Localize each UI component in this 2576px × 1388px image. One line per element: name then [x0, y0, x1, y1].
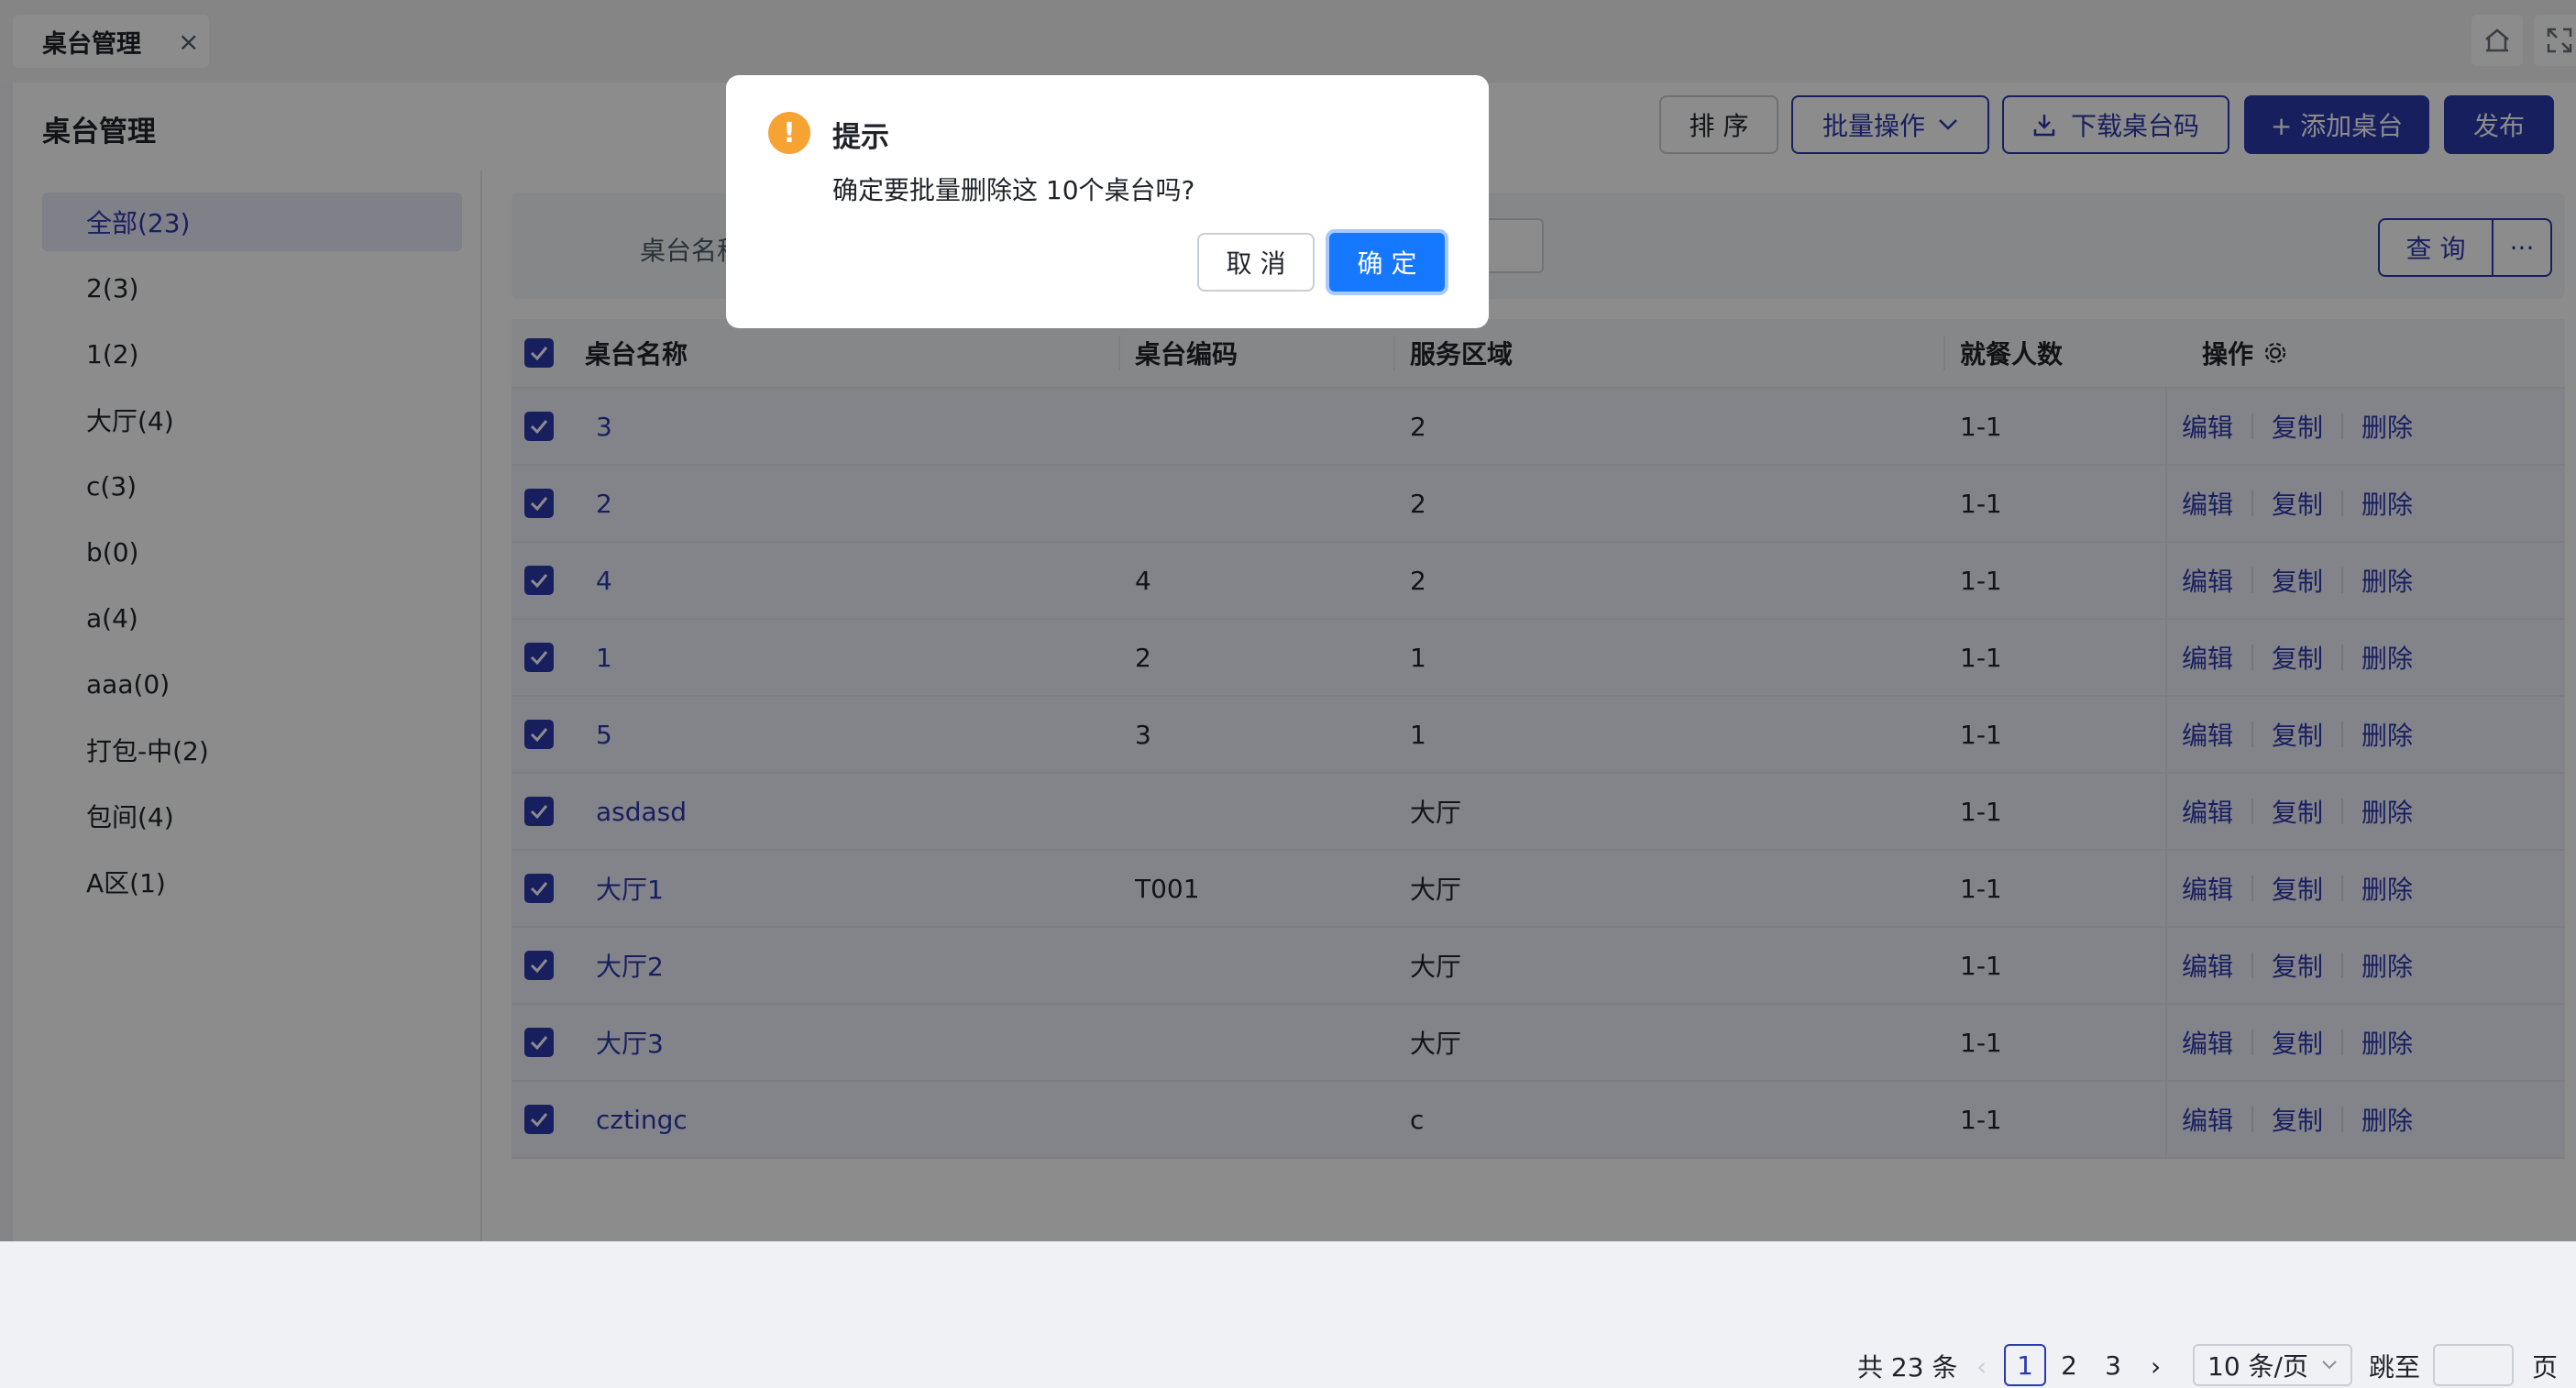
confirm-button[interactable]: 确 定 [1326, 229, 1448, 295]
page-button-2[interactable]: 2 [2048, 1344, 2090, 1386]
page-size-select[interactable]: 10 条/页 [2193, 1344, 2352, 1386]
next-page-icon[interactable]: › [2151, 1344, 2161, 1388]
dialog-message: 确定要批量删除这 10个桌台吗? [832, 175, 1195, 205]
page-button-3[interactable]: 3 [2092, 1344, 2134, 1386]
dialog-title: 提示 [832, 121, 889, 154]
prev-page-icon[interactable]: ‹ [1976, 1344, 1987, 1388]
jump-label: 跳至 [2369, 1352, 2421, 1382]
cancel-button[interactable]: 取 消 [1197, 233, 1315, 292]
total-count: 共 23 条 [1857, 1352, 1958, 1382]
warning-icon: ! [768, 112, 810, 154]
confirm-dialog: ! 提示 确定要批量删除这 10个桌台吗? 取 消 确 定 [726, 75, 1489, 328]
chevron-down-icon [2322, 1360, 2337, 1370]
page-suffix: 页 [2532, 1352, 2559, 1382]
jump-page-input[interactable] [2433, 1344, 2514, 1386]
page-size-label: 10 条/页 [2207, 1351, 2308, 1382]
page-button-1[interactable]: 1 [2004, 1344, 2046, 1386]
